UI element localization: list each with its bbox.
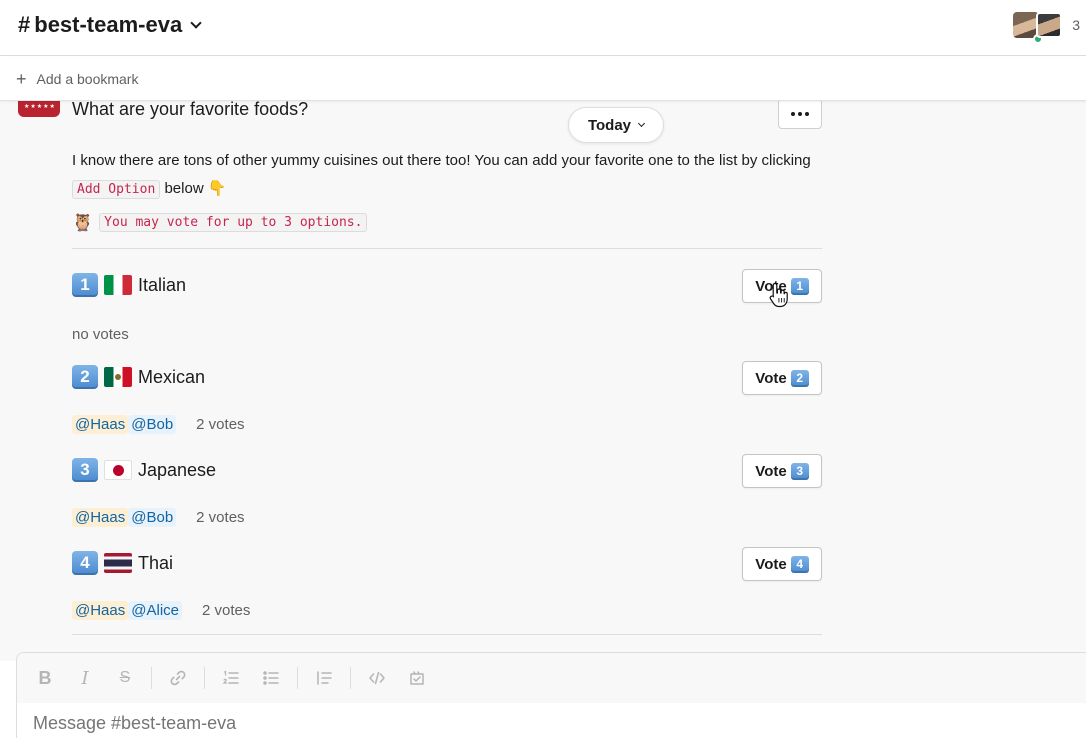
code-block-icon[interactable] [403, 664, 431, 692]
toolbar-separator [350, 667, 351, 689]
vote-count: 2 votes [196, 509, 245, 526]
option-name: Japanese [138, 459, 217, 480]
message-composer: B I S [16, 652, 1086, 738]
channel-name-label: best-team-eva [34, 12, 183, 37]
date-divider-label: Today [587, 116, 632, 134]
poll-option: 2 Mexican Vote 2 [72, 361, 822, 397]
divider [72, 634, 822, 635]
option-name: Thai [138, 552, 174, 573]
ordered-list-icon[interactable] [217, 664, 245, 692]
vote-button-label: Vote [755, 555, 787, 573]
date-divider-button[interactable]: Today [568, 107, 664, 143]
message-input[interactable] [33, 713, 933, 734]
user-mention[interactable]: @Haas [72, 508, 129, 527]
more-dots-icon [791, 112, 795, 116]
thailand-flag-icon [104, 553, 132, 573]
bulleted-list-icon[interactable] [257, 664, 285, 692]
more-dots-icon [805, 112, 809, 116]
keycap-icon: 4 [72, 551, 98, 575]
member-avatar [1036, 12, 1063, 38]
user-mention[interactable]: @Haas [72, 415, 129, 434]
vote-button[interactable]: Vote 3 [742, 454, 822, 488]
strikethrough-icon[interactable]: S [111, 664, 139, 692]
vote-limit-note: 🦉 You may vote for up to 3 options. [72, 213, 368, 232]
description-text: I know there are tons of other yummy cui… [72, 152, 811, 169]
bold-icon[interactable]: B [31, 664, 59, 692]
poll-option: 3 Japanese Vote 3 [72, 454, 822, 490]
option-label: 4 Thai [72, 551, 173, 575]
toolbar-separator [297, 667, 298, 689]
keycap-icon: 1 [72, 273, 98, 297]
japan-flag-icon [104, 460, 132, 480]
toolbar-separator [151, 667, 152, 689]
vote-button[interactable]: Vote 4 [742, 547, 822, 581]
add-bookmark-label: Add a bookmark [36, 70, 139, 87]
keycap-icon: 3 [72, 458, 98, 482]
vote-count: no votes [72, 326, 129, 343]
description-text: below [164, 180, 204, 197]
channel-name-button[interactable]: # best-team-eva [18, 12, 202, 38]
italic-icon[interactable]: I [71, 664, 99, 692]
channel-header: # best-team-eva 3 [0, 0, 1086, 56]
vote-count: 2 votes [202, 602, 251, 619]
voter-list: @Haas @Alice 2 votes [72, 601, 250, 620]
owl-icon: 🦉 [72, 213, 94, 232]
hand-cursor-icon [769, 282, 788, 308]
message-list[interactable]: ★★★★★ What are your favorite foods? Toda… [0, 101, 1086, 661]
keycap-icon: 2 [72, 365, 98, 389]
option-label: 3 Japanese [72, 458, 216, 482]
star-icon: ★★★★★ [24, 104, 56, 110]
inline-code: Add Option [72, 180, 161, 199]
link-icon[interactable] [164, 664, 192, 692]
keycap-icon: 2 [790, 369, 809, 387]
option-name: Mexican [138, 366, 206, 387]
poll-description: I know there are tons of other yummy cui… [72, 147, 832, 204]
vote-button-label: Vote [755, 369, 787, 387]
poll-question: What are your favorite foods? [72, 101, 309, 119]
poll-option: 1 Italian Vote 1 [72, 269, 822, 305]
plus-icon: + [16, 68, 27, 89]
bot-avatar[interactable]: ★★★★★ [18, 101, 60, 117]
keycap-icon: 3 [790, 462, 809, 480]
voter-list: @Haas @Bob 2 votes [72, 415, 245, 434]
voter-list: @Haas @Bob 2 votes [72, 508, 245, 527]
vote-button[interactable]: Vote 2 [742, 361, 822, 395]
keycap-icon: 1 [790, 277, 809, 295]
user-mention[interactable]: @Haas [72, 601, 129, 620]
add-bookmark-button[interactable]: + Add a bookmark [0, 57, 1086, 101]
user-mention[interactable]: @Bob [128, 508, 177, 527]
option-label: 2 Mexican [72, 365, 205, 389]
chevron-down-icon [637, 119, 646, 128]
more-actions-button[interactable] [778, 101, 822, 129]
poll-option: 4 Thai Vote 4 [72, 547, 822, 583]
vote-count: 2 votes [196, 416, 245, 433]
keycap-icon: 4 [790, 555, 809, 573]
mexico-flag-icon [104, 367, 132, 387]
option-name: Italian [138, 274, 187, 295]
vote-button-label: Vote [755, 462, 787, 480]
channel-hash: # [18, 12, 31, 37]
pointing-down-icon: 👇 [207, 180, 227, 197]
blockquote-icon[interactable] [310, 664, 338, 692]
divider [72, 248, 822, 249]
option-label: 1 Italian [72, 273, 186, 297]
more-dots-icon [798, 112, 802, 116]
chevron-down-icon [190, 17, 202, 29]
member-count: 3 [1072, 17, 1080, 33]
italy-flag-icon [104, 275, 132, 295]
toolbar-separator [204, 667, 205, 689]
user-mention[interactable]: @Alice [128, 601, 182, 620]
member-list-button[interactable]: 3 [1013, 12, 1080, 44]
user-mention[interactable]: @Bob [128, 415, 177, 434]
vote-limit-code: You may vote for up to 3 options. [99, 213, 368, 232]
formatting-toolbar: B I S [17, 653, 1086, 703]
code-icon[interactable] [363, 664, 391, 692]
